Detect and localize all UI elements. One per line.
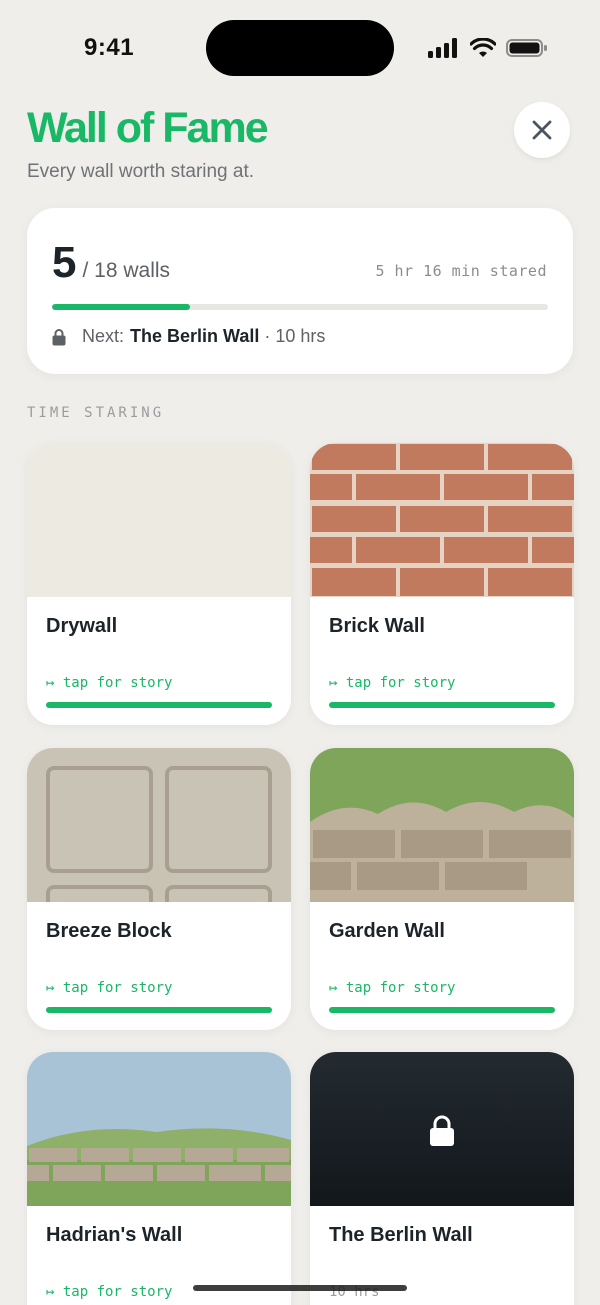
next-wall-time: · 10 hrs <box>264 326 326 346</box>
brick-wall-illustration <box>310 443 574 597</box>
page-subtitle: Every wall worth staring at. <box>27 161 255 182</box>
wall-name: Garden Wall <box>329 920 445 942</box>
walls-total: / 18 walls <box>82 259 171 282</box>
wall-card-hadrians-wall[interactable]: Hadrian's Wall ↦ tap for story <box>27 1052 291 1305</box>
progress-summary-card: 5 / 18 walls 5 hr 16 min stared Next: Th… <box>27 208 573 374</box>
wall-card-breeze-block[interactable]: Breeze Block ↦ tap for story <box>27 748 291 1030</box>
home-indicator <box>193 1285 407 1291</box>
signal-icon <box>428 38 457 58</box>
wall-name: Hadrian's Wall <box>46 1224 183 1246</box>
next-unlock: Next: The Berlin Wall · 10 hrs <box>52 326 325 347</box>
close-icon <box>532 120 552 140</box>
overall-progress-fill <box>52 304 190 310</box>
wall-name: Breeze Block <box>46 920 172 942</box>
wall-card-garden-wall[interactable]: Garden Wall ↦ tap for story <box>310 748 574 1030</box>
wall-name: Brick Wall <box>329 615 425 637</box>
wall-name: The Berlin Wall <box>329 1224 473 1246</box>
walls-stared-count: 5 <box>52 238 77 287</box>
wall-progress-bar <box>329 702 555 708</box>
tap-for-story-link[interactable]: ↦ tap for story <box>329 675 455 691</box>
wifi-icon <box>470 38 496 57</box>
time-stared: 5 hr 16 min stared <box>375 262 547 280</box>
tap-for-story-link[interactable]: ↦ tap for story <box>329 980 455 996</box>
status-bar: 9:41 <box>0 0 600 96</box>
tap-for-story-link[interactable]: ↦ tap for story <box>46 675 172 691</box>
wall-name: Drywall <box>46 615 118 637</box>
hadrians-wall-illustration <box>27 1052 291 1206</box>
wall-progress-bar <box>46 1007 272 1013</box>
dynamic-island <box>206 20 394 76</box>
overall-progress-bar <box>52 304 548 310</box>
wall-count: 5 / 18 walls <box>52 238 170 288</box>
wall-card-berlin-wall-locked[interactable]: The Berlin Wall 10 hrs <box>310 1052 574 1305</box>
next-label: Next: <box>82 326 125 346</box>
status-time: 9:41 <box>84 34 135 61</box>
berlin-wall-locked-illustration <box>310 1052 574 1206</box>
breeze-block-illustration <box>27 748 291 902</box>
drywall-illustration <box>27 443 291 597</box>
garden-wall-illustration <box>310 748 574 902</box>
page-title: Wall of Fame <box>27 104 269 152</box>
next-wall-name: The Berlin Wall <box>130 326 260 346</box>
wall-card-drywall[interactable]: Drywall ↦ tap for story <box>27 443 291 725</box>
tap-for-story-link[interactable]: ↦ tap for story <box>46 980 172 996</box>
wall-progress-bar <box>46 702 272 708</box>
section-label: TIME STARING <box>27 405 165 421</box>
lock-icon <box>52 327 68 347</box>
close-button[interactable] <box>514 102 570 158</box>
status-icons <box>428 36 548 60</box>
wall-card-brick-wall[interactable]: Brick Wall ↦ tap for story <box>310 443 574 725</box>
wall-progress-bar <box>329 1007 555 1013</box>
battery-icon <box>506 39 547 57</box>
tap-for-story-link[interactable]: ↦ tap for story <box>46 1284 172 1300</box>
